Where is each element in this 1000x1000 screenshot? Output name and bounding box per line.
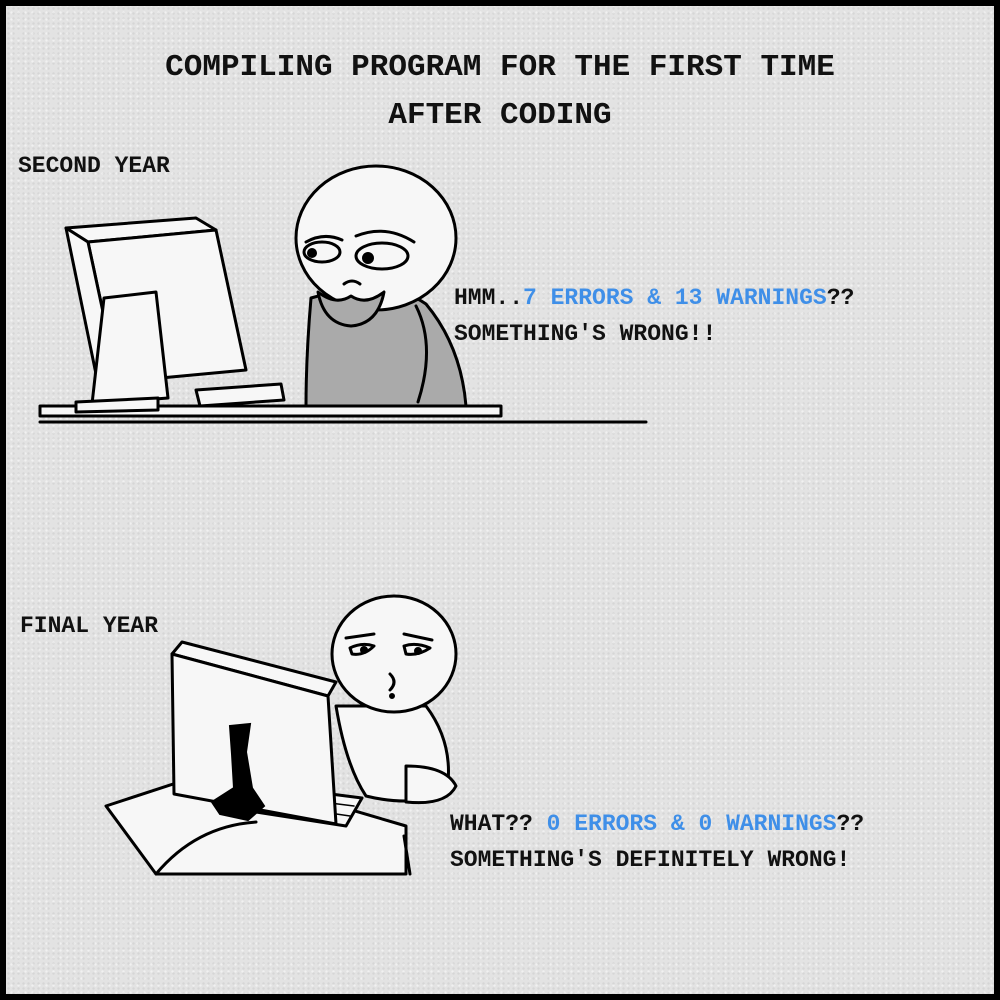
- monitor-icon: [170, 640, 338, 826]
- skeptical-character-icon: [330, 594, 458, 805]
- meme-image: COMPILING PROGRAM FOR THE FIRST TIME AFT…: [6, 6, 994, 994]
- panel2-drawing: [104, 594, 458, 876]
